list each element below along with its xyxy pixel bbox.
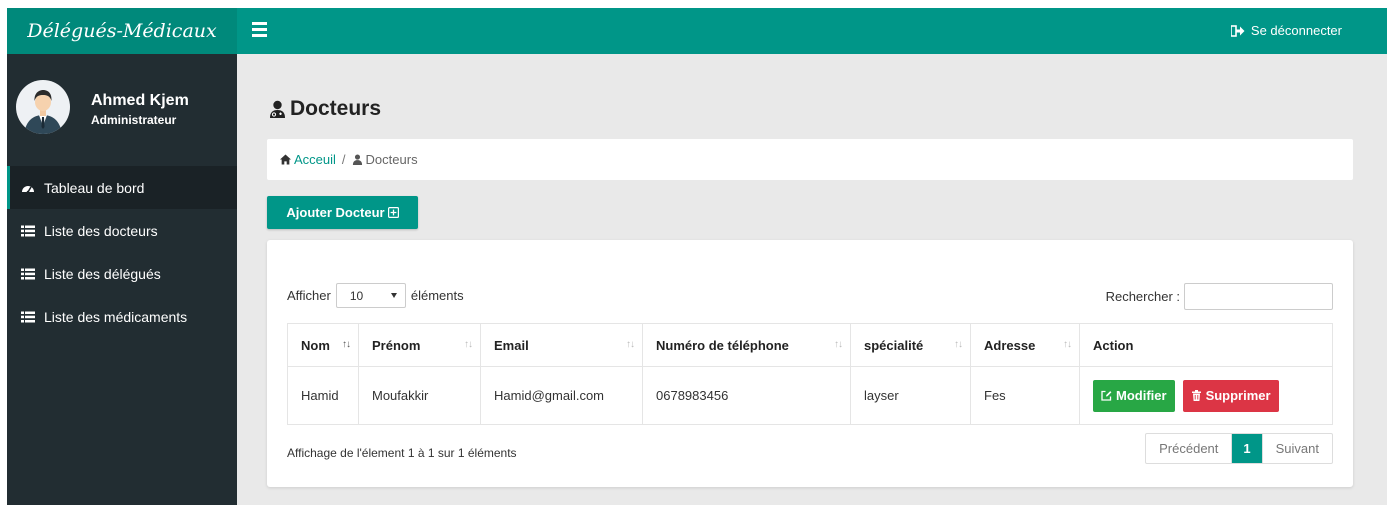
add-doctor-button[interactable]: Ajouter Docteur [267, 196, 418, 229]
delete-button[interactable]: Supprimer [1182, 379, 1279, 412]
sidebar-item-label: Liste des docteurs [44, 222, 158, 239]
plus-square-icon [387, 207, 399, 218]
logout-button[interactable]: Se déconnecter [1230, 23, 1342, 38]
search-input[interactable] [1184, 283, 1333, 310]
length-suffix: éléments [410, 288, 464, 303]
column-header-action: Action [1079, 323, 1333, 367]
page-title-text: Docteurs [290, 97, 382, 120]
add-doctor-label: Ajouter Docteur [286, 205, 385, 220]
app-frame: Délégués-Médicaux Se déconnecter Ahmed K… [7, 8, 1387, 505]
page-title: Docteurs [269, 97, 381, 121]
sort-icon: ↑↓ [954, 339, 963, 350]
column-header-adresse[interactable]: Adresse ↑↓ [970, 323, 1080, 367]
cell-specialite: layser [850, 366, 971, 425]
logout-label: Se déconnecter [1250, 23, 1342, 38]
pagination-previous[interactable]: Précédent [1146, 434, 1231, 463]
avatar [16, 80, 70, 134]
column-header-specialite[interactable]: spécialité ↑↓ [850, 323, 971, 367]
sidebar-item-label: Liste des médicaments [44, 308, 188, 325]
sidebar-item-tableau-de-bord[interactable]: Tableau de bord [7, 166, 237, 209]
dashboard-icon [22, 185, 34, 193]
breadcrumb: Acceuil / Docteurs [267, 139, 1353, 180]
sidebar-nav: Tableau de bord Liste des docteurs Liste… [7, 166, 237, 338]
home-icon [280, 154, 291, 165]
trash-icon [1191, 390, 1201, 401]
cell-prenom: Moufakkir [358, 366, 481, 425]
breadcrumb-separator: / [341, 152, 346, 167]
delete-label: Supprimer [1205, 388, 1271, 403]
cell-nom: Hamid [287, 366, 359, 425]
table-info: Affichage de l'élement 1 à 1 sur 1 éléme… [287, 446, 517, 460]
sort-icon: ↑↓ [464, 339, 473, 350]
user-panel: Ahmed Kjem Administrateur [7, 54, 237, 164]
page-length-value: 10 [349, 288, 364, 303]
sort-icon: ↑↓ [1063, 339, 1072, 350]
menu-toggle-icon[interactable] [252, 22, 267, 38]
pagination-page-1[interactable]: 1 [1231, 434, 1262, 463]
user-md-icon [270, 100, 285, 118]
column-header-telephone[interactable]: Numéro de téléphone ↑↓ [642, 323, 851, 367]
caret-down-icon [390, 293, 397, 298]
table-header-row: Nom ↑↓ Prénom ↑↓ Email ↑↓ Numéro de télépho… [287, 323, 1333, 367]
table-row: Hamid Moufakkir Hamid@gmail.com 06789834… [287, 366, 1333, 425]
sidebar-item-liste-des-docteurs[interactable]: Liste des docteurs [7, 209, 237, 252]
sidebar-item-label: Tableau de bord [44, 179, 145, 196]
sort-icon: ↑↓ [342, 339, 351, 350]
user-role: Administrateur [91, 113, 177, 127]
user-md-icon [352, 154, 362, 165]
pagination: Précédent 1 Suivant [1145, 433, 1333, 464]
cell-adresse: Fes [970, 366, 1080, 425]
breadcrumb-current: Docteurs [352, 152, 418, 167]
page-length-control: Afficher 10 éléments [287, 283, 464, 308]
table-search: Rechercher : [1106, 283, 1333, 310]
list-icon [21, 311, 35, 322]
cell-telephone: 0678983456 [642, 366, 851, 425]
sidebar-item-label: Liste des délégués [44, 265, 161, 282]
sort-icon: ↑↓ [626, 339, 635, 350]
column-header-nom[interactable]: Nom ↑↓ [287, 323, 359, 367]
column-header-prenom[interactable]: Prénom ↑↓ [358, 323, 481, 367]
length-prefix: Afficher [287, 288, 331, 303]
pagination-next[interactable]: Suivant [1261, 434, 1332, 463]
column-header-email[interactable]: Email ↑↓ [480, 323, 643, 367]
edit-label: Modifier [1116, 388, 1167, 403]
page-length-select[interactable]: 10 [335, 283, 406, 308]
doctors-table-card: Afficher 10 éléments Rechercher : Nom ↑↓ … [267, 240, 1353, 487]
list-icon [21, 268, 35, 279]
cell-email: Hamid@gmail.com [480, 366, 643, 425]
sidebar: Ahmed Kjem Administrateur Tableau de bor… [7, 54, 237, 505]
search-label: Rechercher : [1105, 289, 1180, 304]
sort-icon: ↑↓ [834, 339, 843, 350]
breadcrumb-home-link[interactable]: Acceuil [280, 152, 336, 167]
cell-actions: Modifier Supprimer [1079, 366, 1333, 425]
doctors-table: Nom ↑↓ Prénom ↑↓ Email ↑↓ Numéro de télépho… [287, 323, 1333, 425]
breadcrumb-home-label: Acceuil [294, 152, 336, 167]
main-content: Docteurs Acceuil / Docteurs Ajouter Doct… [237, 54, 1387, 505]
user-name: Ahmed Kjem [91, 92, 189, 109]
edit-icon [1101, 390, 1112, 401]
sign-out-icon [1230, 24, 1245, 37]
brand-logo[interactable]: Délégués-Médicaux [7, 8, 237, 54]
top-navbar: Délégués-Médicaux Se déconnecter [7, 8, 1387, 54]
user-avatar-icon [24, 90, 62, 134]
list-icon [21, 225, 35, 236]
sidebar-item-liste-des-medicaments[interactable]: Liste des médicaments [7, 295, 237, 338]
edit-button[interactable]: Modifier [1093, 379, 1175, 412]
sidebar-item-liste-des-delegues[interactable]: Liste des délégués [7, 252, 237, 295]
breadcrumb-current-label: Docteurs [365, 152, 418, 167]
